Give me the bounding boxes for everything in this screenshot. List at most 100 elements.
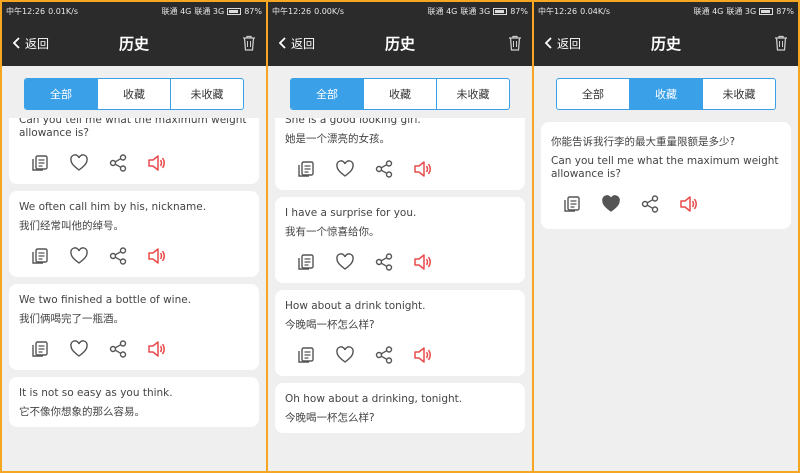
chevron-left-icon xyxy=(12,37,20,49)
back-button[interactable]: 返回 xyxy=(12,20,49,66)
sentence-en: We often call him by his, nickname. xyxy=(19,201,207,213)
card-actions xyxy=(19,243,249,269)
back-label: 返回 xyxy=(25,36,50,51)
sentence-zh: 你能告诉我行李的最大重量限额是多少? xyxy=(551,136,736,148)
history-list: She is a good looking girl. 她是一个漂亮的女孩。 I… xyxy=(275,118,525,471)
card-actions xyxy=(285,156,515,182)
sentence-en: Can you tell me what the maximum weight … xyxy=(551,155,779,180)
trash-icon[interactable] xyxy=(242,35,256,51)
card-actions xyxy=(285,249,515,275)
sentence-en: We two finished a bottle of wine. xyxy=(19,294,192,306)
tab-all[interactable]: 全部 xyxy=(557,79,630,109)
phone-screen-all-1: 中午12:26 0.01K/s 联通 4G 联通 3G 87% 返回 历史 全部… xyxy=(2,2,266,471)
nav-bar: 返回 历史 xyxy=(2,20,266,66)
tab-unfavorited[interactable]: 未收藏 xyxy=(703,79,775,109)
tab-favorites[interactable]: 收藏 xyxy=(364,79,437,109)
clock: 中午12:26 xyxy=(272,6,312,16)
page-title: 历史 xyxy=(650,34,681,53)
status-bar: 中午12:26 0.04K/s 联通 4G 联通 3G 87% xyxy=(534,2,798,20)
signal-2: 联通 3G xyxy=(194,6,225,16)
list-item: How about a drink tonight. 今晚喝一杯怎么样? xyxy=(275,290,525,376)
back-button[interactable]: 返回 xyxy=(544,20,581,66)
history-list: Can you tell me what the maximum weight … xyxy=(9,118,259,471)
copy-icon[interactable] xyxy=(285,343,324,367)
status-bar: 中午12:26 0.00K/s 联通 4G 联通 3G 87% xyxy=(268,2,532,20)
clock: 中午12:26 xyxy=(6,6,46,16)
heart-icon[interactable] xyxy=(324,343,363,367)
heart-icon[interactable] xyxy=(324,250,363,274)
sentence-zh: 它不像你想象的那么容易。 xyxy=(19,406,145,418)
filter-tabs: 全部 收藏 未收藏 xyxy=(556,78,776,110)
share-icon[interactable] xyxy=(363,343,402,367)
share-icon[interactable] xyxy=(363,157,402,181)
status-bar: 中午12:26 0.01K/s 联通 4G 联通 3G 87% xyxy=(2,2,266,20)
copy-icon[interactable] xyxy=(285,250,324,274)
card-actions xyxy=(285,342,515,368)
history-list: 你能告诉我行李的最大重量限额是多少? Can you tell me what … xyxy=(541,122,791,471)
copy-icon[interactable] xyxy=(285,157,324,181)
net-speed: 0.04K/s xyxy=(580,6,610,16)
sentence-zh: 今晚喝一杯怎么样? xyxy=(285,319,375,331)
speaker-icon[interactable] xyxy=(136,337,175,361)
sentence-en: I have a surprise for you. xyxy=(285,207,417,219)
speaker-icon[interactable] xyxy=(136,244,175,268)
speaker-icon[interactable] xyxy=(402,250,441,274)
trash-icon[interactable] xyxy=(774,35,788,51)
tab-unfavorited[interactable]: 未收藏 xyxy=(171,79,243,109)
speaker-icon[interactable] xyxy=(136,151,175,175)
copy-icon[interactable] xyxy=(19,337,58,361)
speaker-icon[interactable] xyxy=(402,157,441,181)
speaker-icon[interactable] xyxy=(402,343,441,367)
heart-icon[interactable] xyxy=(58,337,97,361)
net-speed: 0.00K/s xyxy=(314,6,344,16)
sentence-zh: 今晚喝一杯怎么样? xyxy=(285,412,375,424)
heart-icon[interactable] xyxy=(324,157,363,181)
copy-icon[interactable] xyxy=(551,192,590,216)
nav-bar: 返回 历史 xyxy=(268,20,532,66)
chevron-left-icon xyxy=(544,37,552,49)
sentence-zh: 她是一个漂亮的女孩。 xyxy=(285,133,390,145)
list-item: She is a good looking girl. 她是一个漂亮的女孩。 xyxy=(275,118,525,190)
heart-icon[interactable] xyxy=(58,151,97,175)
back-button[interactable]: 返回 xyxy=(278,20,315,66)
back-label: 返回 xyxy=(557,36,582,51)
share-icon[interactable] xyxy=(97,337,136,361)
list-item: Oh how about a drinking, tonight. 今晚喝一杯怎… xyxy=(275,383,525,433)
signal-2: 联通 3G xyxy=(726,6,757,16)
battery-icon xyxy=(759,7,774,15)
sentence-en: She is a good looking girl. xyxy=(285,118,421,126)
copy-icon[interactable] xyxy=(19,151,58,175)
share-icon[interactable] xyxy=(629,192,668,216)
share-icon[interactable] xyxy=(363,250,402,274)
battery-icon xyxy=(227,7,242,15)
heart-icon[interactable] xyxy=(58,244,97,268)
tab-unfavorited[interactable]: 未收藏 xyxy=(437,79,509,109)
tab-all[interactable]: 全部 xyxy=(25,79,98,109)
sentence-en: It is not so easy as you think. xyxy=(19,387,173,399)
tab-all[interactable]: 全部 xyxy=(291,79,364,109)
list-item: We often call him by his, nickname. 我们经常… xyxy=(9,191,259,277)
tab-favorites[interactable]: 收藏 xyxy=(630,79,703,109)
back-label: 返回 xyxy=(291,36,316,51)
filter-tabs: 全部 收藏 未收藏 xyxy=(24,78,244,110)
chevron-left-icon xyxy=(278,37,286,49)
phone-screen-favorites: 中午12:26 0.04K/s 联通 4G 联通 3G 87% 返回 历史 全部… xyxy=(534,2,798,471)
sentence-en: Oh how about a drinking, tonight. xyxy=(285,393,463,405)
net-speed: 0.01K/s xyxy=(48,6,78,16)
filter-tabs: 全部 收藏 未收藏 xyxy=(290,78,510,110)
list-item: 你能告诉我行李的最大重量限额是多少? Can you tell me what … xyxy=(541,122,791,229)
share-icon[interactable] xyxy=(97,151,136,175)
copy-icon[interactable] xyxy=(19,244,58,268)
signal-1: 联通 4G xyxy=(693,6,724,16)
battery-level: 87% xyxy=(244,6,262,16)
speaker-icon[interactable] xyxy=(668,192,707,216)
clock: 中午12:26 xyxy=(538,6,578,16)
list-item: I have a surprise for you. 我有一个惊喜给你。 xyxy=(275,197,525,283)
sentence-en: How about a drink tonight. xyxy=(285,300,426,312)
tab-favorites[interactable]: 收藏 xyxy=(98,79,171,109)
heart-filled-icon[interactable] xyxy=(590,192,629,216)
share-icon[interactable] xyxy=(97,244,136,268)
battery-level: 87% xyxy=(776,6,794,16)
list-item: We two finished a bottle of wine. 我们俩喝完了… xyxy=(9,284,259,370)
trash-icon[interactable] xyxy=(508,35,522,51)
